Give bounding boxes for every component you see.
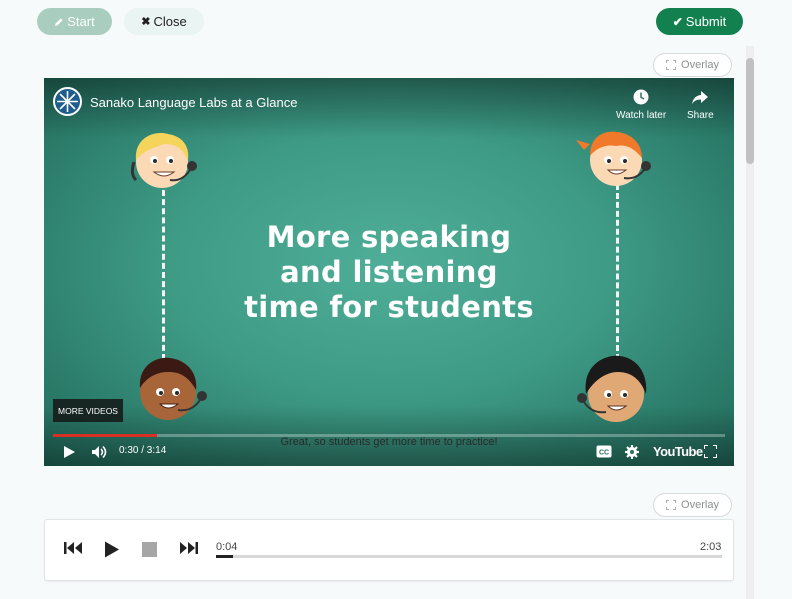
fullscreen-icon[interactable]: [704, 445, 717, 458]
scrollbar-thumb[interactable]: [746, 58, 754, 164]
close-button-label: Close: [153, 14, 187, 29]
audio-progress-bar[interactable]: [216, 555, 722, 558]
expand-icon: [666, 500, 677, 510]
audio-progress-fill: [216, 555, 233, 558]
settings-gear-icon[interactable]: [625, 445, 639, 459]
headline-line-2: and listening: [280, 255, 498, 289]
captions-icon[interactable]: CC: [596, 445, 612, 458]
pencil-icon: [55, 17, 63, 26]
audio-overlay-label: Overlay: [681, 499, 719, 511]
audio-overlay-button[interactable]: Overlay: [653, 493, 732, 517]
student-redhead-illustration: [576, 131, 651, 186]
stop-icon[interactable]: [142, 542, 157, 557]
video-title[interactable]: Sanako Language Labs at a Glance: [90, 95, 297, 110]
start-button[interactable]: Start: [37, 8, 112, 35]
share-icon: [692, 91, 709, 104]
audio-play-icon[interactable]: [104, 541, 120, 558]
headline-line-3: time for students: [244, 290, 534, 324]
audio-current-time: 0:04: [216, 541, 238, 553]
headline-line-1: More speaking: [266, 220, 512, 254]
student-black-hair-illustration: [577, 355, 647, 422]
audio-player: 0:04 2:03: [44, 519, 734, 581]
close-icon: ✖: [141, 16, 151, 28]
student-dark-hair-illustration: [139, 357, 207, 420]
share-button[interactable]: Share: [687, 88, 714, 121]
share-label: Share: [687, 110, 714, 121]
start-button-label: Start: [67, 14, 95, 29]
svg-text:CC: CC: [599, 450, 609, 457]
student-blond-illustration: [130, 133, 197, 188]
volume-icon[interactable]: [91, 445, 109, 459]
watch-later-button[interactable]: Watch later: [616, 88, 666, 121]
audio-duration: 2:03: [700, 541, 722, 553]
channel-star-icon: [57, 91, 78, 112]
video-headline: More speaking and listening time for stu…: [44, 220, 734, 325]
expand-icon: [666, 60, 677, 70]
video-overlay-button[interactable]: Overlay: [653, 53, 732, 77]
submit-button[interactable]: ✔ Submit: [656, 8, 743, 35]
fast-forward-icon[interactable]: [178, 541, 198, 555]
clock-icon: [633, 89, 649, 105]
close-button[interactable]: ✖ Close: [124, 8, 204, 35]
video-time: 0:30 / 3:14: [119, 445, 167, 456]
submit-button-label: Submit: [685, 14, 727, 29]
watch-later-label: Watch later: [616, 110, 667, 121]
check-icon: ✔: [672, 14, 683, 29]
channel-logo[interactable]: [53, 87, 82, 116]
rewind-icon[interactable]: [64, 541, 84, 555]
more-videos-button[interactable]: MORE VIDEOS: [53, 399, 123, 422]
youtube-logo[interactable]: YouTube: [653, 444, 703, 459]
video-overlay-label: Overlay: [681, 59, 719, 71]
video-player[interactable]: Sanako Language Labs at a Glance Watch l…: [44, 78, 734, 466]
play-icon[interactable]: [62, 445, 76, 459]
